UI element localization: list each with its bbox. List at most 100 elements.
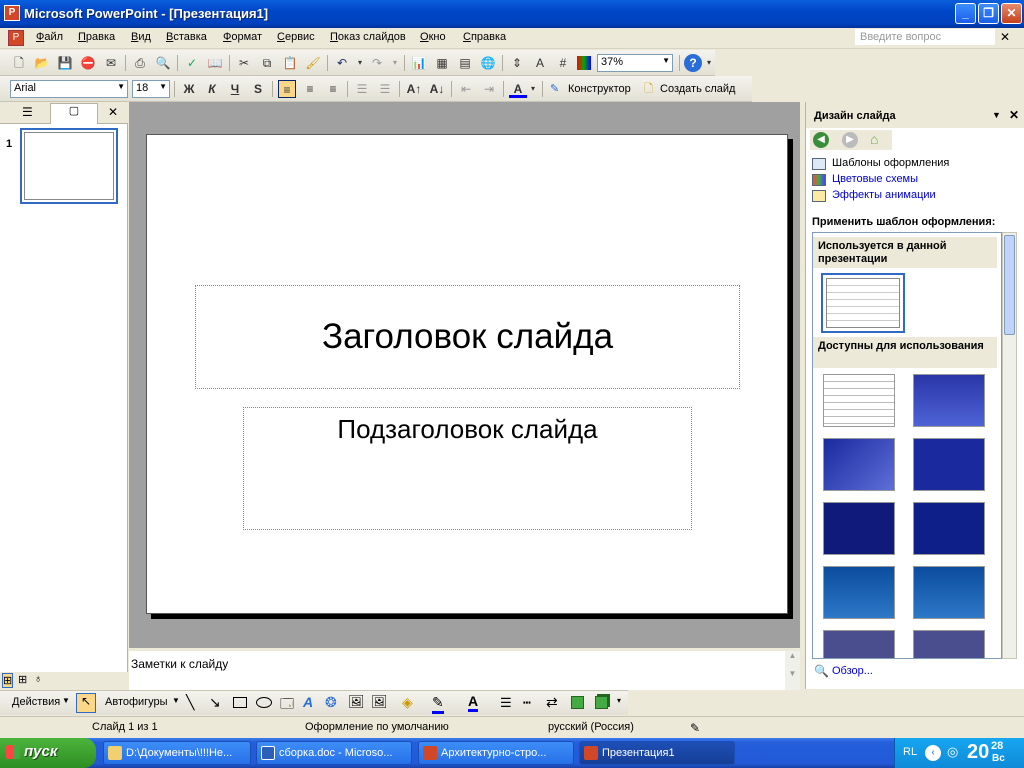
increase-indent-icon[interactable]: ⇥ <box>480 80 498 98</box>
table-icon[interactable]: ▦ <box>433 54 451 72</box>
research-icon[interactable]: 📖 <box>206 54 224 72</box>
undo-dropdown-icon[interactable]: ▾ <box>351 54 369 72</box>
grid-icon[interactable]: # <box>554 54 572 72</box>
template-blue-4[interactable] <box>823 502 895 555</box>
format-painter-icon[interactable]: 🖌 <box>304 54 322 72</box>
title-placeholder[interactable]: Заголовок слайда <box>195 285 740 389</box>
show-formatting-icon[interactable]: A <box>531 54 549 72</box>
zoom-combo[interactable]: 37% ▼ <box>597 54 673 72</box>
menu-file[interactable]: Файл <box>36 31 63 43</box>
slideshow-view-icon[interactable]: ♁ <box>34 673 42 685</box>
align-center-icon[interactable]: ≡ <box>301 80 319 98</box>
tab-slides[interactable]: ▢ <box>50 103 98 124</box>
spelling-icon[interactable]: ✓ <box>183 54 201 72</box>
template-blue-6[interactable] <box>823 566 895 619</box>
template-current[interactable] <box>821 273 905 333</box>
minimize-button[interactable]: _ <box>955 3 976 24</box>
template-blue-1[interactable] <box>913 374 985 427</box>
undo-icon[interactable]: ↶ <box>333 54 351 72</box>
bullets-icon[interactable]: ☰ <box>376 80 394 98</box>
menu-format[interactable]: Формат <box>223 31 262 43</box>
tab-outline[interactable]: ☰ <box>22 105 33 119</box>
diagram-icon[interactable]: ❂ <box>325 694 337 711</box>
textbox-icon[interactable]: 🗔 <box>280 695 294 717</box>
menu-slideshow[interactable]: Показ слайдов <box>330 31 406 43</box>
home-icon[interactable]: ⌂ <box>870 131 878 147</box>
toolbar-options-icon[interactable]: ▾ <box>617 696 621 705</box>
task-powerpoint-1[interactable]: Архитектурно-стро... <box>418 741 574 765</box>
notes-pane[interactable]: Заметки к слайду ▲ ▼ <box>129 648 800 690</box>
print-preview-icon[interactable]: 🔍 <box>154 54 172 72</box>
task-folder[interactable]: D:\Документы\!!!Не... <box>103 741 251 765</box>
save-icon[interactable]: 💾 <box>56 54 74 72</box>
decrease-font-icon[interactable]: A↓ <box>428 80 446 98</box>
underline-button[interactable]: Ч <box>226 80 244 98</box>
subtitle-placeholder[interactable]: Подзаголовок слайда <box>243 407 692 530</box>
ask-question-input[interactable]: Введите вопрос <box>855 29 995 45</box>
bold-button[interactable]: Ж <box>180 80 198 98</box>
maximize-button[interactable]: ❐ <box>978 3 999 24</box>
powerpoint-app-icon[interactable]: P <box>4 5 20 21</box>
print-icon[interactable]: ⎙ <box>131 54 149 72</box>
help-icon[interactable]: ? <box>684 54 702 72</box>
cut-icon[interactable]: ✂ <box>235 54 253 72</box>
link-color-schemes[interactable]: Цветовые схемы <box>832 173 918 185</box>
forward-icon[interactable]: ▶ <box>842 132 858 148</box>
gallery-scrollbar[interactable] <box>1002 232 1017 659</box>
dash-style-icon[interactable]: ┅ <box>523 695 531 711</box>
redo-icon[interactable]: ↷ <box>368 54 386 72</box>
slide-canvas[interactable]: Заголовок слайда Подзаголовок слайда <box>146 134 788 614</box>
new-icon[interactable]: 🗋 <box>10 54 28 72</box>
color-grayscale-icon[interactable] <box>577 56 591 70</box>
close-pane-icon[interactable]: ✕ <box>108 105 118 119</box>
menu-view[interactable]: Вид <box>131 31 151 43</box>
line-color-icon[interactable]: ✎ <box>432 694 444 714</box>
template-blue-5[interactable] <box>913 502 985 555</box>
numbering-icon[interactable]: ☰ <box>353 80 371 98</box>
document-icon[interactable]: P <box>8 30 24 46</box>
normal-view-icon[interactable]: ⊞ <box>2 673 14 688</box>
back-icon[interactable]: ◀ <box>813 132 829 148</box>
notes-scrollbar[interactable]: ▲ ▼ <box>785 651 800 690</box>
template-blue-2[interactable] <box>823 438 895 491</box>
template-gray-2[interactable] <box>913 630 985 658</box>
fill-color-icon[interactable]: ◈ <box>402 694 413 711</box>
select-pointer-icon[interactable]: ↖ <box>76 693 96 713</box>
decrease-indent-icon[interactable]: ⇤ <box>457 80 475 98</box>
menu-help[interactable]: Справка <box>463 31 506 43</box>
autoshapes-menu[interactable]: Автофигуры <box>105 696 168 708</box>
copy-icon[interactable]: ⧉ <box>258 54 276 72</box>
align-left-icon[interactable]: ≡ <box>278 80 296 98</box>
menu-insert[interactable]: Вставка <box>166 31 207 43</box>
language-indicator[interactable]: RL <box>903 746 917 758</box>
align-right-icon[interactable]: ≡ <box>324 80 342 98</box>
line-style-icon[interactable]: ☰ <box>500 695 512 711</box>
hyperlink-icon[interactable]: 🌐 <box>479 54 497 72</box>
arrow-icon[interactable]: ↘ <box>209 694 221 711</box>
menu-tools[interactable]: Сервис <box>277 31 315 43</box>
start-button[interactable]: пуск <box>0 738 96 768</box>
arrow-style-icon[interactable]: ⇄ <box>546 694 558 711</box>
email-icon[interactable]: ✉ <box>102 54 120 72</box>
task-word[interactable]: сборка.doc - Microso... <box>256 741 412 765</box>
template-blue-3[interactable] <box>913 438 985 491</box>
paste-icon[interactable]: 📋 <box>281 54 299 72</box>
template-default[interactable] <box>823 374 895 427</box>
sorter-view-icon[interactable]: ⊞ <box>18 673 27 686</box>
new-slide-button[interactable]: 🗋 Создать слайд <box>642 80 742 98</box>
chart-icon[interactable]: 📊 <box>410 54 428 72</box>
italic-button[interactable]: К <box>203 80 221 98</box>
tables-borders-icon[interactable]: ▤ <box>456 54 474 72</box>
font-color-icon[interactable]: A <box>509 80 527 98</box>
clipart-icon[interactable]: 🖼 <box>348 694 365 710</box>
font-size-combo[interactable]: 18 ▼ <box>132 80 170 98</box>
close-doc-icon[interactable]: ✕ <box>1000 30 1010 44</box>
oval-icon[interactable] <box>256 697 272 708</box>
browse-link[interactable]: Обзор... <box>832 665 873 677</box>
wordart-icon[interactable]: A <box>303 694 313 710</box>
font-color-draw-icon[interactable]: A <box>468 693 479 712</box>
rectangle-icon[interactable] <box>233 697 247 708</box>
close-button[interactable]: ✕ <box>1001 3 1022 24</box>
menu-edit[interactable]: Правка <box>78 31 115 43</box>
shadow-style-icon[interactable] <box>571 696 584 709</box>
